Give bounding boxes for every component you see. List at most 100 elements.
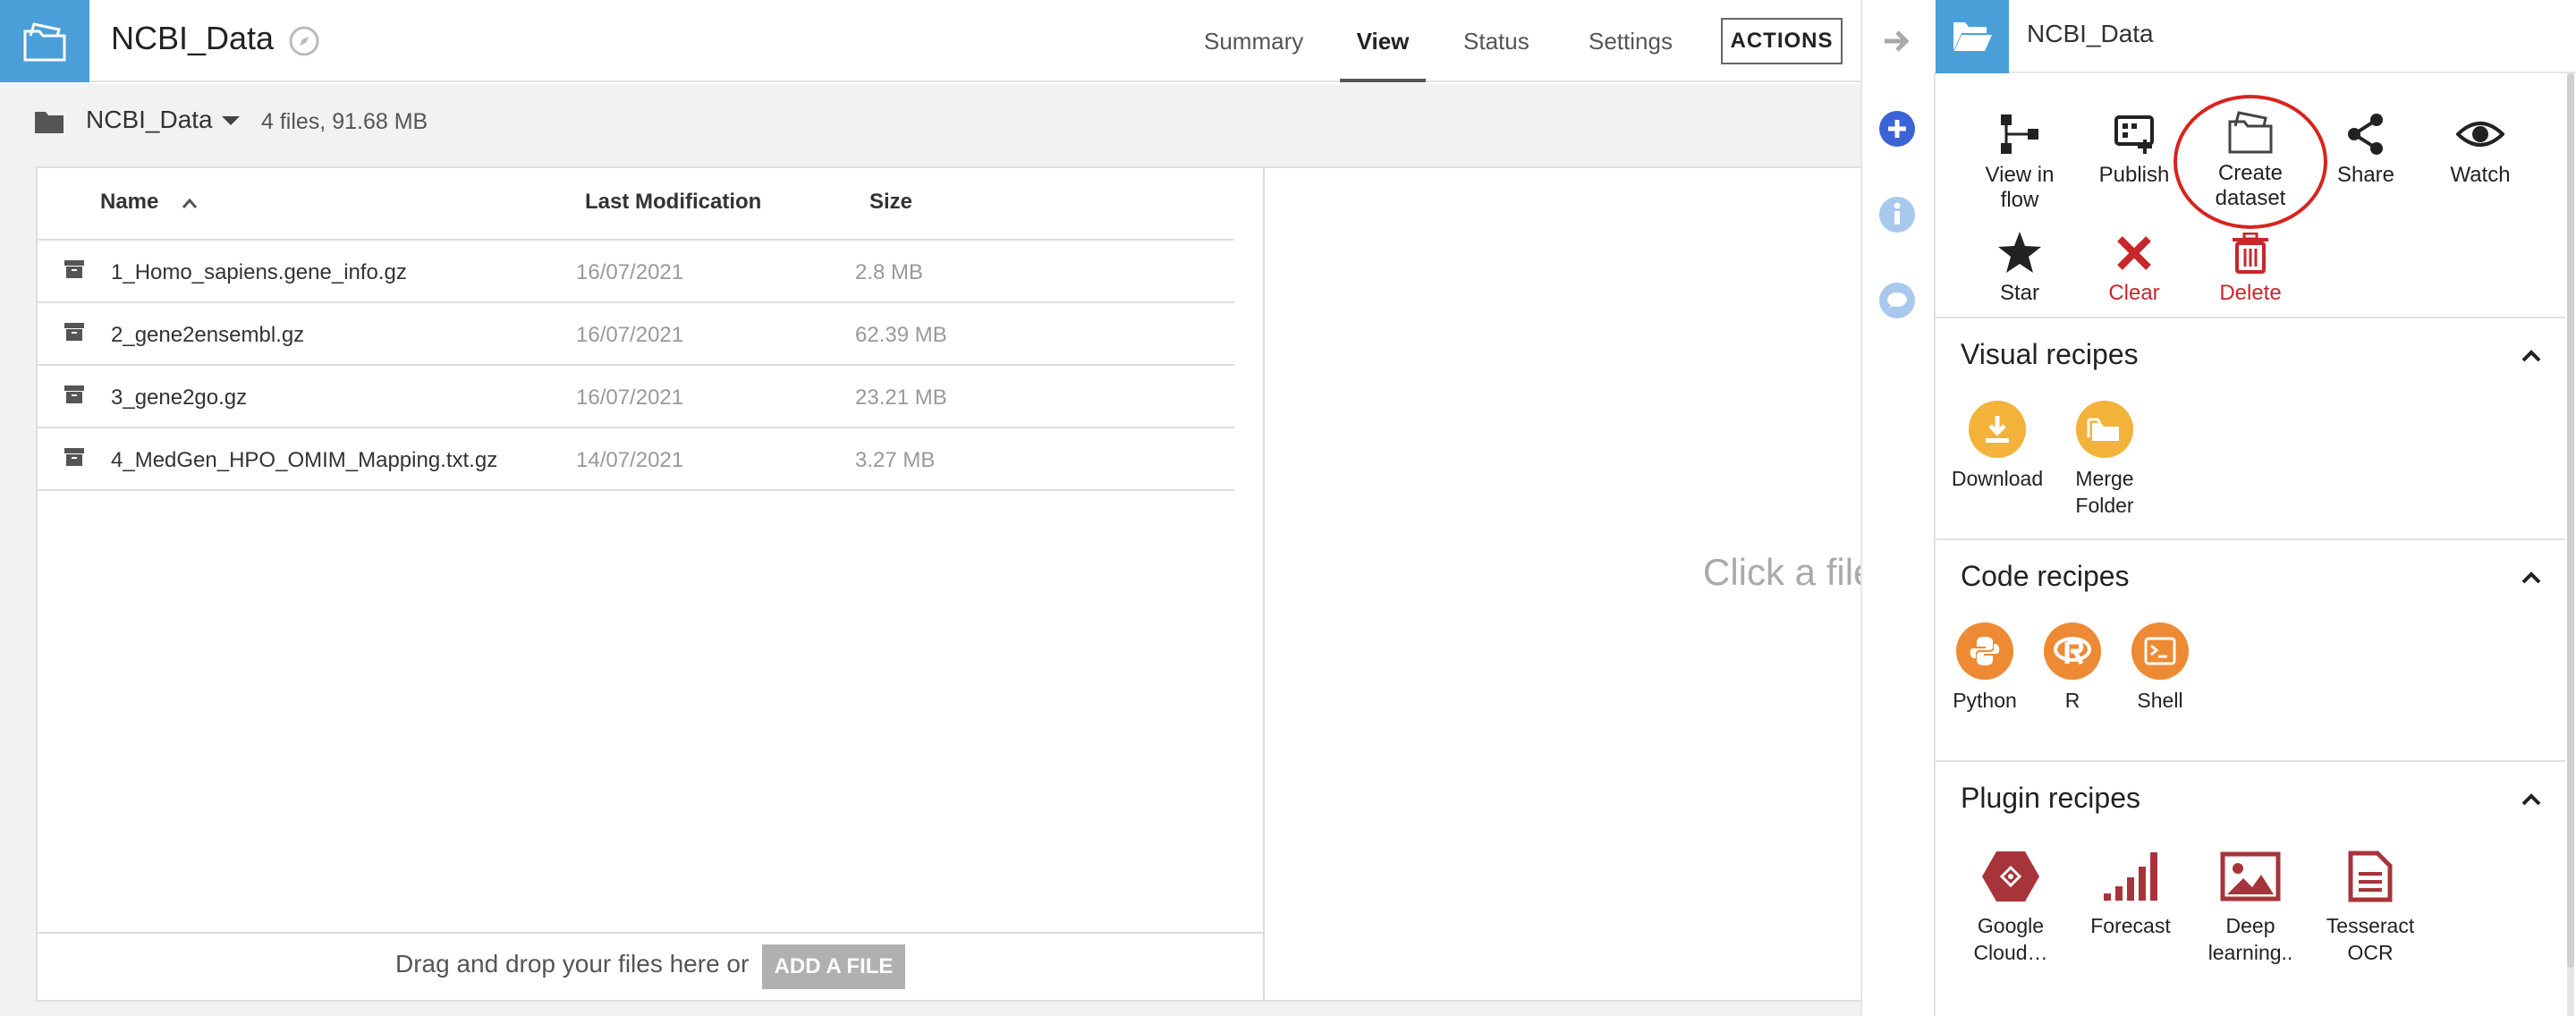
folder-badge xyxy=(1936,0,2009,73)
chevron-up-icon[interactable] xyxy=(2521,792,2542,807)
folder-icon xyxy=(35,112,64,133)
tab-status[interactable]: Status xyxy=(1463,0,1530,82)
column-header-modified[interactable]: Last Modification xyxy=(585,190,761,215)
archive-file-icon xyxy=(64,323,84,341)
flow-icon xyxy=(2001,114,2038,154)
column-header-name[interactable]: Name xyxy=(100,190,158,215)
recipe-google-cloud[interactable]: Google Cloud… xyxy=(1957,848,2064,966)
action-label: Delete xyxy=(2219,281,2282,305)
file-name[interactable]: 1_Homo_sapiens.gene_info.gz xyxy=(111,260,407,285)
table-row[interactable]: 1_Homo_sapiens.gene_info.gz 16/07/2021 2… xyxy=(38,241,1234,303)
recipe-label: Shell xyxy=(2137,689,2183,712)
action-label: flow xyxy=(2000,188,2039,212)
folder-open-icon xyxy=(1953,22,1992,51)
file-modified: 16/07/2021 xyxy=(576,260,684,284)
recipe-merge-folder[interactable]: Merge Folder xyxy=(2051,401,2158,519)
caret-down-icon[interactable] xyxy=(222,116,240,125)
recipe-label: Download xyxy=(1951,467,2044,490)
tab-summary[interactable]: Summary xyxy=(1204,0,1303,82)
actions-button[interactable]: ACTIONS xyxy=(1721,18,1843,64)
recipe-download[interactable]: Download xyxy=(1944,401,2051,492)
drop-zone-text: Drag and drop your files here or xyxy=(395,950,750,978)
action-label: Watch xyxy=(2450,163,2511,187)
chevron-up-icon[interactable] xyxy=(2521,349,2542,363)
breadcrumb-folder-name[interactable]: NCBI_Data xyxy=(86,106,213,134)
view-in-flow-button[interactable]: View in flow xyxy=(1962,113,2078,213)
watch-button[interactable]: Watch xyxy=(2422,113,2538,188)
star-button[interactable]: Star xyxy=(1962,231,2078,306)
document-icon xyxy=(2339,848,2402,905)
recipe-shell[interactable]: Shell xyxy=(2106,622,2214,714)
merge-folder-icon xyxy=(2076,401,2133,458)
folder-summary: 4 files, 91.68 MB xyxy=(261,109,428,134)
divider xyxy=(1936,760,2565,762)
tab-view[interactable]: View xyxy=(1340,0,1426,82)
trash-icon xyxy=(2233,233,2268,274)
folder-open-icon xyxy=(23,22,66,62)
icon-rail xyxy=(1860,0,1934,1016)
archive-file-icon xyxy=(64,385,84,403)
eye-icon xyxy=(2456,122,2504,147)
file-size: 3.27 MB xyxy=(855,448,936,472)
recipe-label: learning.. xyxy=(2207,941,2293,964)
recipe-tesseract-ocr[interactable]: Tesseract OCR xyxy=(2317,848,2424,966)
file-modified: 16/07/2021 xyxy=(576,385,684,410)
table-row[interactable]: 3_gene2go.gz 16/07/2021 23.21 MB xyxy=(38,366,1234,428)
file-size: 23.21 MB xyxy=(855,385,947,410)
recipe-label: Forecast xyxy=(2090,914,2171,937)
recipe-label: Google xyxy=(1977,914,2045,937)
image-icon xyxy=(2219,848,2282,905)
terminal-icon xyxy=(2131,622,2189,680)
table-row[interactable]: 2_gene2ensembl.gz 16/07/2021 62.39 MB xyxy=(38,303,1234,366)
add-file-button[interactable]: ADD A FILE xyxy=(762,944,905,989)
folder-logo xyxy=(0,0,89,82)
r-language-icon xyxy=(2044,622,2101,680)
preview-hint: Click a file xyxy=(1703,551,1875,593)
action-label: Star xyxy=(1999,281,2039,305)
file-name[interactable]: 3_gene2go.gz xyxy=(111,385,247,411)
clear-button[interactable]: Clear xyxy=(2076,233,2192,306)
file-modified: 16/07/2021 xyxy=(576,323,684,347)
archive-file-icon xyxy=(64,260,84,278)
file-modified: 14/07/2021 xyxy=(576,448,684,472)
file-size: 62.39 MB xyxy=(855,323,947,347)
scrollbar-thumb[interactable] xyxy=(2567,73,2574,968)
section-title-code-recipes: Code recipes xyxy=(1961,560,2130,592)
top-bar xyxy=(0,0,1860,82)
page-title: NCBI_Data xyxy=(111,20,275,56)
divider xyxy=(38,932,1265,934)
section-title-visual-recipes: Visual recipes xyxy=(1961,338,2139,370)
divider xyxy=(1936,317,2565,318)
recipe-deep-learning[interactable]: Deep learning.. xyxy=(2197,848,2304,966)
action-label: Clear xyxy=(2108,281,2160,305)
recipe-label: Folder xyxy=(2075,494,2134,517)
sort-ascending-icon[interactable] xyxy=(181,197,199,209)
column-header-size[interactable]: Size xyxy=(869,190,912,215)
recipe-forecast[interactable]: Forecast xyxy=(2077,848,2184,939)
file-name[interactable]: 2_gene2ensembl.gz xyxy=(111,323,304,348)
archive-file-icon xyxy=(64,448,84,466)
info-icon[interactable] xyxy=(1877,195,1917,234)
arrow-right-icon[interactable] xyxy=(1877,21,1917,61)
section-title-plugin-recipes: Plugin recipes xyxy=(1961,782,2140,814)
recipe-label: OCR xyxy=(2347,941,2394,964)
bar-signal-icon xyxy=(2099,848,2162,905)
tab-settings[interactable]: Settings xyxy=(1589,0,1673,82)
recipe-label: Tesseract xyxy=(2326,914,2415,937)
plus-circle-icon[interactable] xyxy=(1877,109,1917,148)
close-x-icon xyxy=(2117,236,2151,270)
delete-button[interactable]: Delete xyxy=(2192,233,2309,306)
divider xyxy=(1936,538,2565,540)
right-panel-title: NCBI_Data xyxy=(2027,20,2154,47)
recipe-label: Merge xyxy=(2075,467,2134,490)
table-row[interactable]: 4_MedGen_HPO_OMIM_Mapping.txt.gz 14/07/2… xyxy=(38,428,1234,491)
google-cloud-icon xyxy=(1979,848,2042,905)
file-name[interactable]: 4_MedGen_HPO_OMIM_Mapping.txt.gz xyxy=(111,448,497,473)
recipe-label: Deep xyxy=(2225,914,2275,937)
file-size: 2.8 MB xyxy=(855,260,924,284)
chat-icon[interactable] xyxy=(1877,281,1917,320)
publish-dashboard-icon xyxy=(2114,115,2154,154)
compass-icon[interactable] xyxy=(288,25,320,57)
star-icon xyxy=(1998,232,2041,273)
chevron-up-icon[interactable] xyxy=(2521,571,2542,585)
